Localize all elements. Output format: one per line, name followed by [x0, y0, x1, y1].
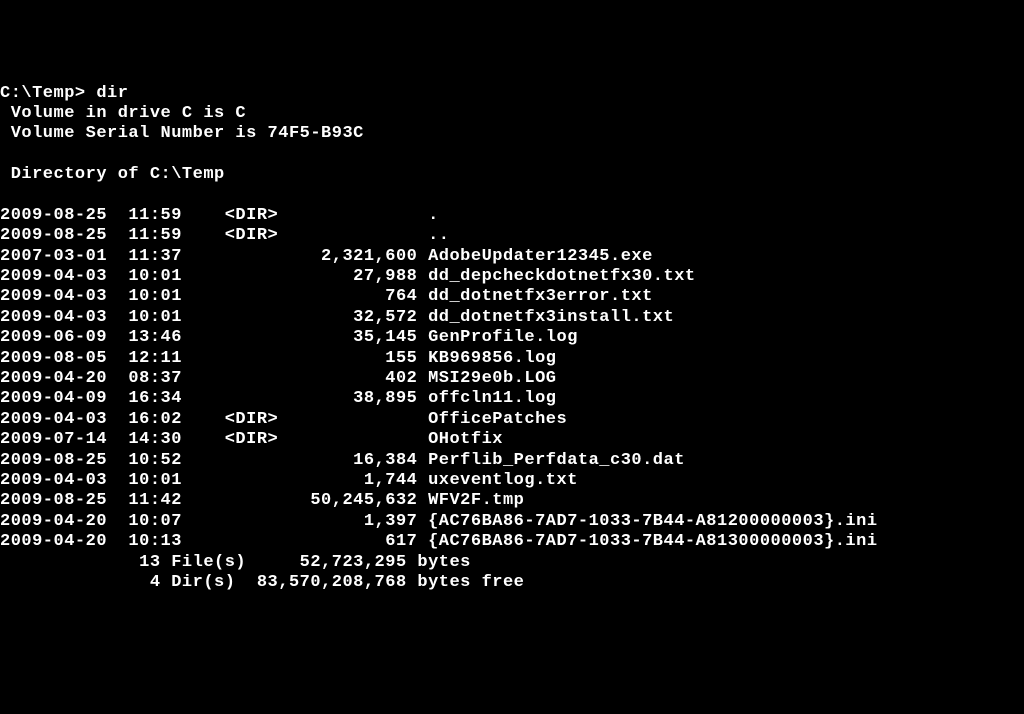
file-listing: 2009-08-25 11:59 <DIR> . 2009-08-25 11:5…: [0, 206, 878, 551]
terminal-output[interactable]: C:\Temp> dir Volume in drive C is C Volu…: [0, 84, 1024, 610]
volume-line: Volume in drive C is C: [0, 104, 246, 123]
prompt-line: C:\Temp> dir: [0, 84, 128, 103]
directory-line: Directory of C:\Temp: [0, 165, 225, 184]
summary: 13 File(s) 52,723,295 bytes 4 Dir(s) 83,…: [0, 553, 524, 592]
prompt: C:\Temp>: [0, 84, 96, 103]
serial-line: Volume Serial Number is 74F5-B93C: [0, 124, 364, 143]
command: dir: [96, 84, 128, 103]
